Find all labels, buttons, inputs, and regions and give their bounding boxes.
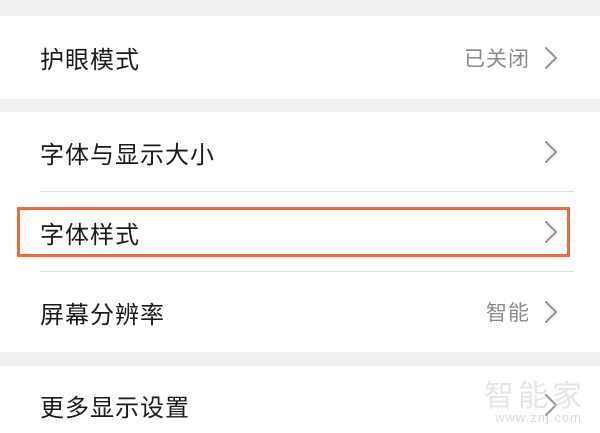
watermark-url: www.znj.com [495,410,582,425]
settings-item-label: 屏幕分辨率 [40,300,165,329]
settings-item-resolution[interactable]: 屏幕分辨率 智能 [0,272,600,352]
chevron-right-icon [544,46,558,70]
settings-screen: 护眼模式 已关闭 字体与显示大小 字体样式 屏幕分辨率 智能 更多显示设置 智能… [0,0,600,433]
settings-item-eye-care[interactable]: 护眼模式 已关闭 [0,16,600,99]
watermark-text: 智能家 [484,379,586,414]
settings-item-font-size[interactable]: 字体与显示大小 [0,112,600,192]
highlight-box [17,207,570,257]
chevron-right-icon [544,300,558,324]
settings-item-label: 护眼模式 [40,46,140,74]
settings-group-eye-care: 护眼模式 已关闭 [0,16,600,99]
settings-item-label: 更多显示设置 [40,393,190,422]
settings-item-value: 智能 [486,301,530,325]
chevron-right-icon [544,140,558,164]
settings-item-value: 已关闭 [464,46,530,71]
settings-item-label: 字体与显示大小 [40,140,215,169]
watermark-logo: 智能家 www.znj.com [480,369,590,427]
